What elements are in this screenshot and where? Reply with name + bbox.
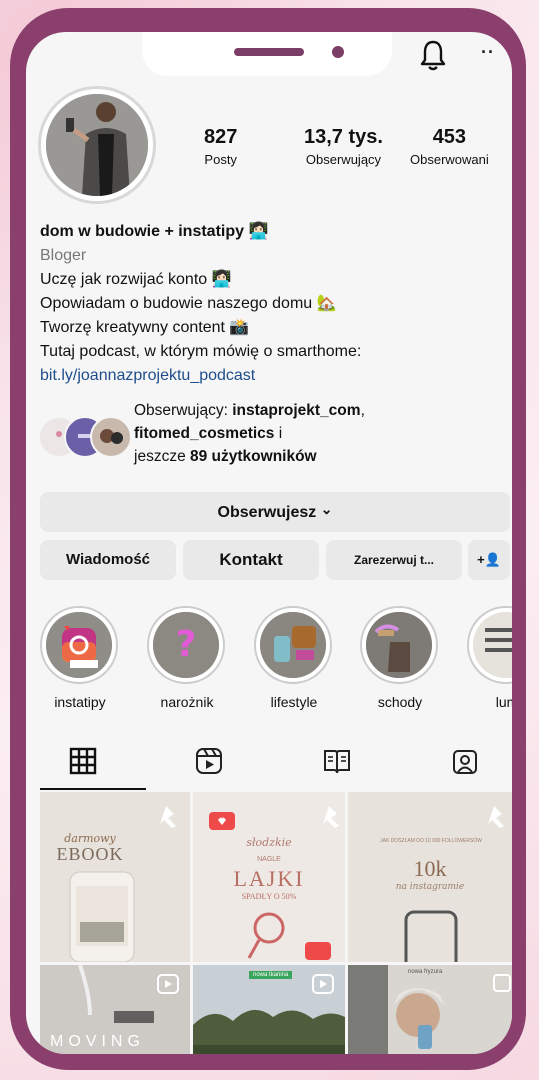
highlight-label: instatipy	[54, 694, 106, 710]
phone-notch	[142, 32, 392, 76]
bell-icon[interactable]	[418, 38, 448, 72]
stat-posts[interactable]: 827 Posty	[204, 126, 237, 167]
add-user-icon: +👤	[477, 552, 501, 567]
profile-bio: dom w budowie + instatipy 👩🏻‍💻 Bloger Uc…	[40, 220, 500, 388]
posts-label: Posty	[204, 152, 237, 167]
post-tile[interactable]: JAK DOSZŁAM DO 10 000 FOLLOWERSÓW 10k na…	[348, 792, 512, 962]
profile-screen: ·· 827 Posty 13,7 tys. Obserwujący 453 O…	[26, 32, 512, 1054]
highlight-ring: ?	[147, 606, 225, 684]
followed-user-1: instaprojekt_com	[232, 402, 361, 419]
notch-speaker	[234, 48, 304, 56]
followed-prefix: Obserwujący:	[134, 402, 233, 419]
notch-camera	[332, 46, 344, 58]
stat-followers[interactable]: 13,7 tys. Obserwujący	[304, 126, 383, 167]
book-button[interactable]: Zarezerwuj t...	[326, 540, 462, 580]
reel-caption: MOVING	[50, 1033, 145, 1050]
highlight-ring	[40, 606, 118, 684]
post-script-text: słodzkie	[246, 836, 292, 849]
secondhand-image-icon	[473, 612, 512, 678]
highlight-lifestyle[interactable]: lifestyle	[254, 606, 334, 710]
instagram-logo-icon	[46, 612, 112, 678]
followed-sep: ,	[360, 402, 365, 419]
bio-line: Tworzę kreatywny content 📸	[40, 319, 250, 336]
post-script-text: na instagramie	[395, 882, 465, 892]
stairs-image-icon	[366, 612, 432, 678]
follower-avatar	[90, 416, 132, 458]
profile-avatar-ring[interactable]	[38, 86, 156, 204]
highlight-ring	[467, 606, 512, 684]
post-tile[interactable]: darmowy EBOOK	[40, 792, 190, 962]
more-options-icon[interactable]: ··	[481, 42, 495, 63]
followed-user-2: fitomed_cosmetics	[134, 425, 275, 442]
post-tile[interactable]: słodzkie NAGLE LAJKI SPADŁY O 50%	[193, 792, 345, 962]
post-title: EBOOK	[56, 844, 124, 864]
post-subtitle: SPADŁY O 50%	[241, 892, 297, 901]
stat-following[interactable]: 453 Obserwowani	[410, 126, 489, 167]
bio-link[interactable]: bit.ly/joannazprojektu_podcast	[40, 364, 500, 388]
chevron-down-icon: ⌄	[320, 501, 333, 517]
posts-count: 827	[204, 126, 238, 148]
profile-name: dom w budowie + instatipy 👩🏻‍💻	[40, 223, 269, 240]
followed-by-text[interactable]: Obserwujący: instaprojekt_com, fitomed_c…	[134, 399, 454, 468]
grid-icon[interactable]	[68, 746, 98, 776]
highlight-label: schody	[377, 694, 423, 710]
followed-more-count: 89 użytkowników	[190, 448, 317, 465]
reel-tag: nowa fryzura	[408, 969, 443, 975]
highlight-label: lum	[495, 694, 512, 710]
highlight-label: narożnik	[160, 694, 214, 710]
guides-icon[interactable]	[322, 746, 352, 776]
post-small-text: JAK DOSZŁAM DO 10 000 FOLLOWERSÓW	[380, 838, 482, 844]
bio-line: Tutaj podcast, w którym mówię o smarthom…	[40, 343, 362, 360]
highlight-ring	[360, 606, 438, 684]
followers-count: 13,7 tys.	[304, 126, 383, 148]
bio-line: Opowiadam o budowie naszego domu 🏡	[40, 295, 337, 312]
lifestyle-image-icon	[260, 612, 326, 678]
message-button[interactable]: Wiadomość	[40, 540, 176, 580]
highlight-lum[interactable]: lum	[467, 606, 512, 710]
highlight-instatipy[interactable]: instatipy	[40, 606, 120, 710]
highlight-ring	[254, 606, 332, 684]
reel-tile[interactable]: MOVING	[40, 965, 190, 1054]
highlight-label: lifestyle	[270, 694, 318, 710]
reels-icon[interactable]	[194, 746, 224, 776]
reel-tag: nowa tkanina	[249, 971, 293, 979]
reel-tile[interactable]: nowa fryzura	[348, 965, 512, 1054]
active-tab-indicator	[40, 788, 146, 790]
highlight-naroznik[interactable]: ? narożnik	[147, 606, 227, 710]
followers-label: Obserwujący	[305, 152, 382, 167]
following-button[interactable]: Obserwujesz ⌄	[40, 492, 510, 532]
reel-tile[interactable]: nowa tkanina	[193, 965, 345, 1054]
avatar	[46, 94, 148, 196]
tagged-icon[interactable]	[450, 746, 480, 776]
following-count: 453	[432, 126, 467, 148]
highlight-schody[interactable]: schody	[360, 606, 440, 710]
question-mark-icon: ?	[153, 612, 219, 678]
post-title: LAJKI	[233, 866, 305, 891]
profile-category: Bloger	[40, 247, 87, 264]
post-small-text: NAGLE	[257, 856, 281, 863]
bio-line: Uczę jak rozwijać konto 👩🏻‍💻	[40, 271, 232, 288]
post-title: 10k	[413, 856, 447, 881]
add-user-button[interactable]: +👤	[468, 540, 510, 580]
svg-text:?: ?	[176, 624, 197, 665]
following-button-label: Obserwujesz	[217, 504, 317, 521]
followed-more-prefix: jeszcze	[134, 448, 190, 465]
contact-button[interactable]: Kontakt	[183, 540, 319, 580]
followed-connector: i	[274, 425, 283, 442]
following-label: Obserwowani	[410, 152, 489, 167]
